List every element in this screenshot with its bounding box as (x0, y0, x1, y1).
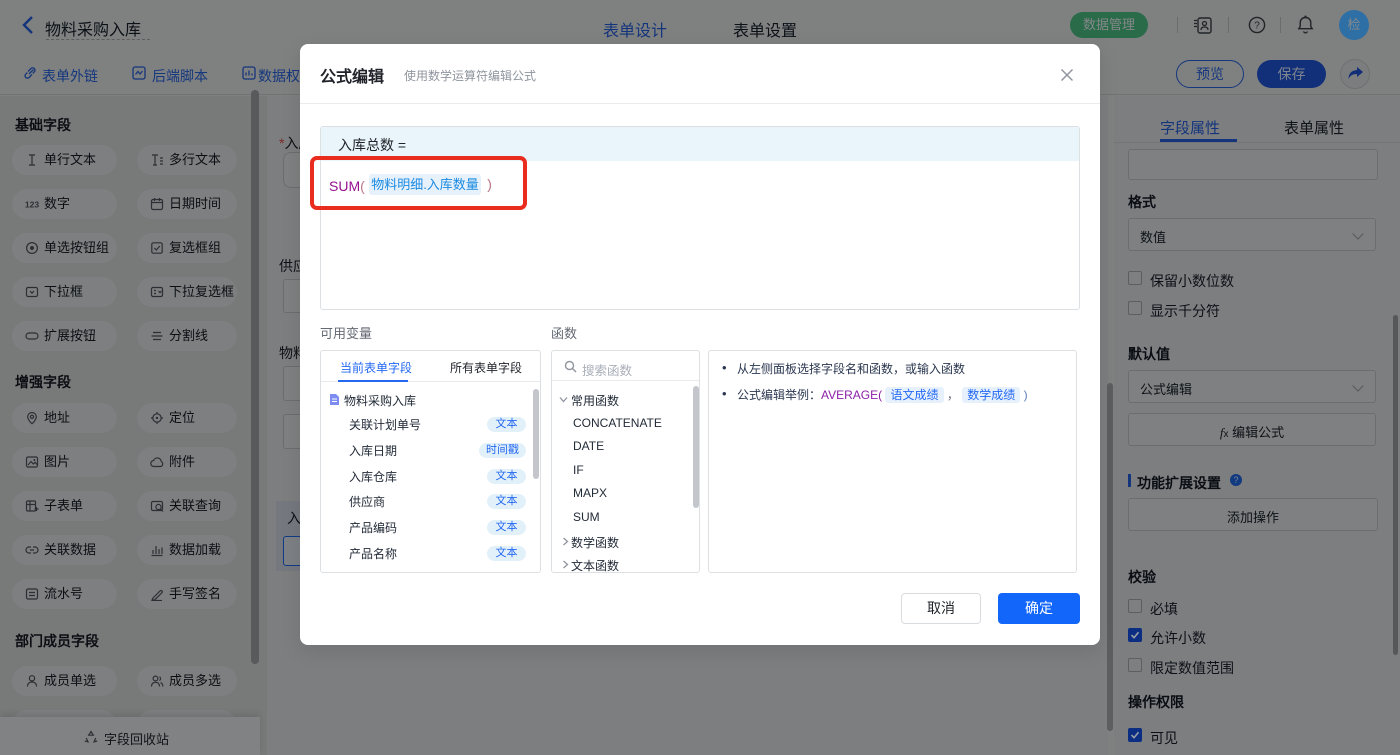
svg-text:?: ? (1254, 21, 1260, 32)
svg-text:123: 123 (25, 200, 39, 210)
